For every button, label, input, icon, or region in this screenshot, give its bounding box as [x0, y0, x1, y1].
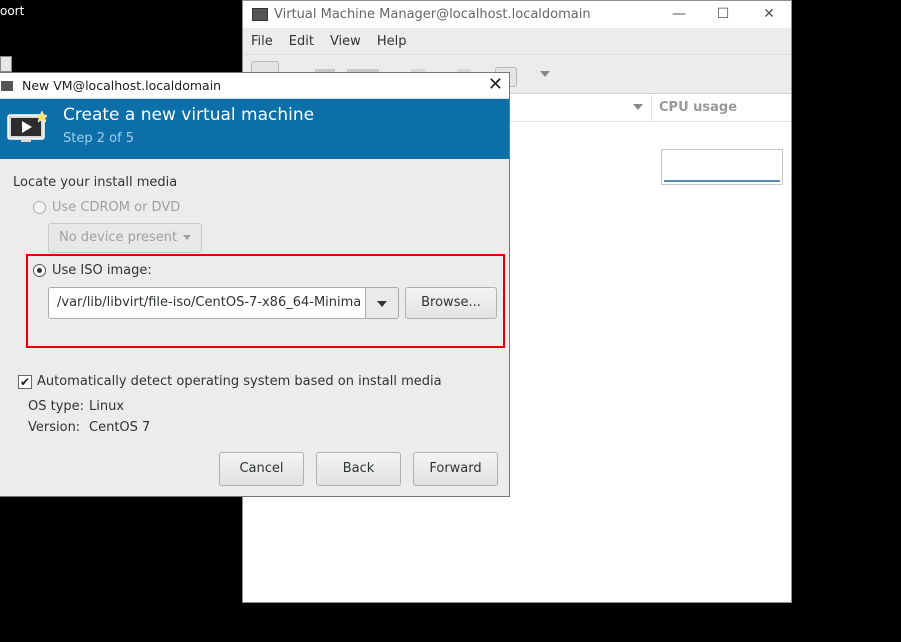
dialog-title: New VM@localhost.localdomain	[22, 78, 222, 93]
menu-edit[interactable]: Edit	[289, 34, 314, 49]
cpu-usage-column-header[interactable]: CPU usage	[651, 95, 737, 121]
name-column-sort-icon[interactable]	[633, 104, 643, 110]
maximize-icon[interactable]: ☐	[713, 5, 733, 23]
banner-step: Step 2 of 5	[63, 131, 135, 146]
virtual-machine-icon	[7, 111, 47, 142]
close-icon[interactable]: ✕	[759, 5, 779, 23]
autodetect-checkbox[interactable]: ✔	[18, 375, 32, 389]
cpu-usage-line	[664, 180, 780, 182]
cancel-button[interactable]: Cancel	[219, 452, 304, 486]
close-icon[interactable]: ✕	[488, 75, 503, 95]
dialog-titlebar[interactable]: New VM@localhost.localdomain ✕	[0, 73, 509, 99]
forward-button[interactable]: Forward	[413, 452, 498, 486]
shutdown-dropdown-icon[interactable]	[540, 71, 550, 77]
dialog-app-icon	[1, 80, 13, 91]
banner-title: Create a new virtual machine	[63, 105, 315, 125]
os-type-label: OS type:	[28, 399, 85, 414]
os-type-value: Linux	[89, 399, 125, 414]
version-label: Version:	[28, 420, 81, 435]
vmm-window-title: Virtual Machine Manager@localhost.locald…	[274, 7, 591, 22]
cdrom-radio[interactable]	[33, 201, 46, 214]
vmm-app-icon	[252, 8, 268, 21]
menu-view[interactable]: View	[330, 34, 361, 49]
menu-file[interactable]: File	[251, 34, 273, 49]
checkmark-icon: ✔	[19, 375, 31, 389]
menu-help[interactable]: Help	[377, 34, 407, 49]
version-value: CentOS 7	[89, 420, 151, 435]
wizard-banner: Create a new virtual machine Step 2 of 5	[0, 99, 509, 159]
vmm-menubar: File Edit View Help	[243, 28, 791, 55]
autodetect-label: Automatically detect operating system ba…	[37, 374, 442, 389]
new-vm-dialog: New VM@localhost.localdomain ✕ Create a …	[0, 72, 510, 497]
cdrom-label: Use CDROM or DVD	[52, 200, 181, 215]
install-media-heading: Locate your install media	[13, 175, 178, 190]
back-button[interactable]: Back	[316, 452, 401, 486]
desktop-icon[interactable]	[0, 56, 12, 72]
cpu-usage-graph	[661, 149, 783, 185]
chevron-down-icon	[183, 235, 192, 240]
iso-selection-highlight	[26, 254, 505, 348]
desktop-text-fragment: oort	[0, 4, 25, 18]
cdrom-device-select[interactable]: No device present	[48, 223, 202, 253]
cdrom-device-value: No device present	[59, 230, 178, 245]
minimize-icon[interactable]: —	[669, 5, 689, 23]
vmm-titlebar[interactable]: Virtual Machine Manager@localhost.locald…	[243, 1, 791, 28]
